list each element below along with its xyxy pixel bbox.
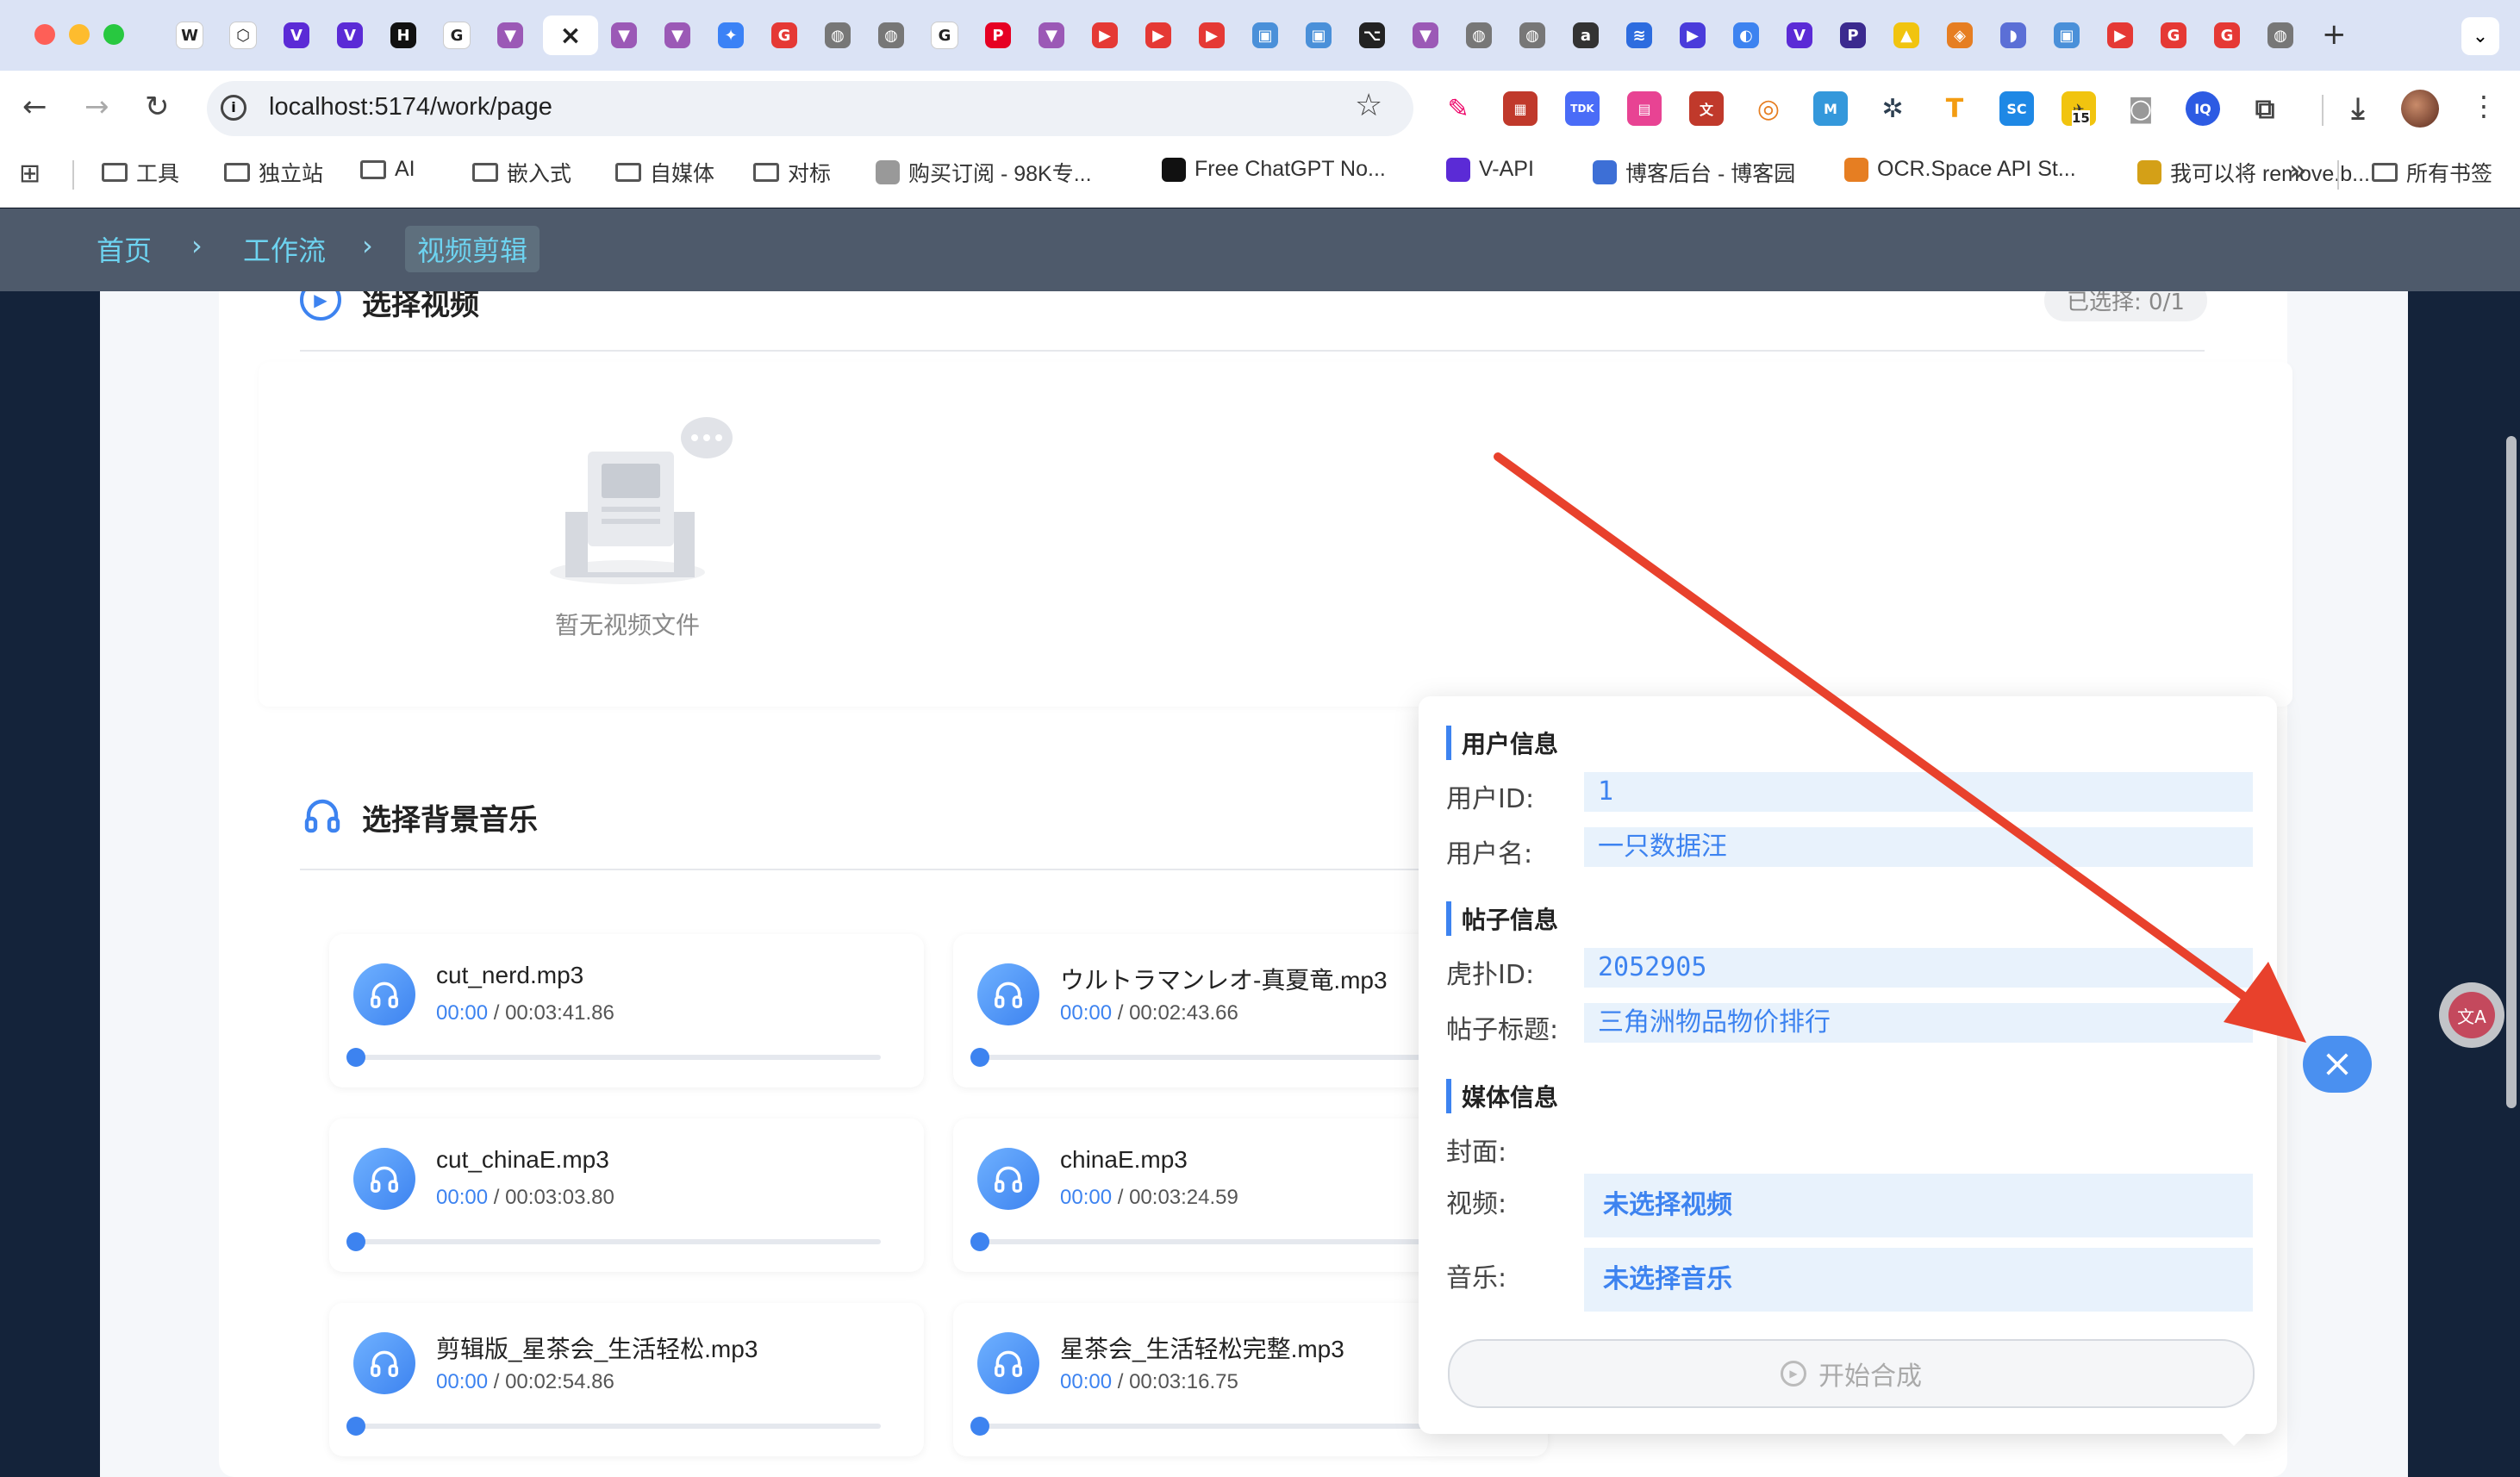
annotation-arrow [1494, 452, 2306, 1043]
